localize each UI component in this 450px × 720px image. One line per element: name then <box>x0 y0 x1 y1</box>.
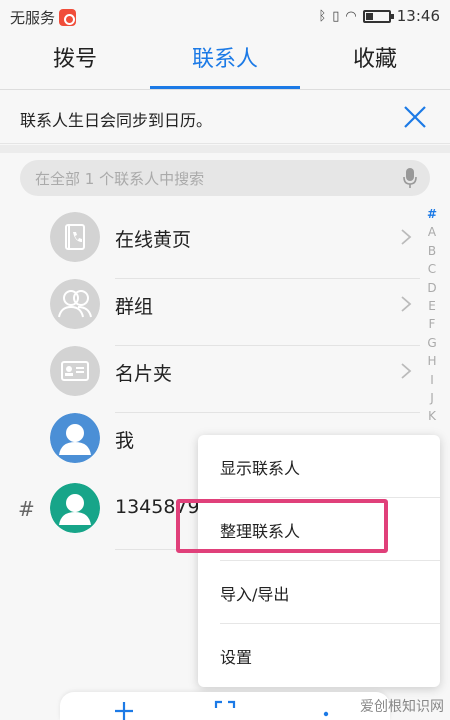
bluetooth-icon: ᛒ <box>318 8 327 24</box>
contact-name: 在线黄页 <box>115 229 192 251</box>
alphabet-index[interactable]: # A B C D E F G H I J K <box>424 205 440 426</box>
menu-item-label: 显示联系人 <box>220 459 301 478</box>
index-letter[interactable]: G <box>427 334 436 352</box>
contact-name: 名片夹 <box>115 363 173 385</box>
avatar <box>50 483 100 533</box>
status-left: 无服务 <box>10 7 77 28</box>
menu-item-label: 设置 <box>220 648 253 667</box>
index-letter[interactable]: B <box>428 242 436 260</box>
search-input[interactable]: 在全部 1 个联系人中搜索 <box>20 160 430 196</box>
index-letter[interactable]: I <box>430 371 434 389</box>
watermark: 爱创根知识网 <box>360 699 444 715</box>
index-letter[interactable]: J <box>430 389 434 407</box>
more-icon[interactable] <box>314 698 338 720</box>
index-letter[interactable]: K <box>428 407 436 425</box>
chevron-right-icon <box>401 296 412 312</box>
tab-dialer[interactable]: 拨号 <box>0 34 150 89</box>
app-notification-icon <box>59 9 77 26</box>
search-placeholder: 在全部 1 个联系人中搜索 <box>35 170 205 188</box>
status-right: ᛒ ▯ ◠ 13:46 <box>318 7 440 25</box>
index-letter[interactable]: A <box>428 223 436 241</box>
tab-contacts[interactable]: 联系人 <box>150 34 300 89</box>
yellow-pages-icon <box>50 212 100 262</box>
highlight-box <box>176 499 388 553</box>
index-letter[interactable]: F <box>429 315 436 333</box>
vibrate-icon: ▯ <box>332 8 340 24</box>
list-item-business-cards[interactable]: 名片夹 <box>0 346 420 413</box>
index-letter[interactable]: D <box>427 279 436 297</box>
list-item-groups[interactable]: 群组 <box>0 279 420 346</box>
chevron-right-icon <box>401 363 412 379</box>
microphone-icon[interactable] <box>402 167 418 189</box>
contact-name: 我 <box>115 430 135 452</box>
carrier-text: 无服务 <box>10 9 56 27</box>
clock: 13:46 <box>396 7 440 25</box>
add-icon[interactable] <box>112 698 136 720</box>
contact-name: 群组 <box>115 296 154 318</box>
separator-band <box>0 145 450 153</box>
list-item-yellow-pages[interactable]: 在线黄页 <box>0 212 420 279</box>
avatar <box>50 413 100 463</box>
wifi-icon: ◠ <box>345 8 357 24</box>
overflow-menu: 显示联系人 整理联系人 导入/导出 设置 <box>198 435 440 687</box>
status-bar: 无服务 ᛒ ▯ ◠ 13:46 <box>0 0 450 34</box>
tab-bar: 拨号 联系人 收藏 <box>0 34 450 90</box>
index-letter[interactable]: E <box>428 297 436 315</box>
birthday-sync-banner: 联系人生日会同步到日历。 <box>0 90 450 144</box>
close-icon[interactable] <box>400 102 430 132</box>
index-letter[interactable]: H <box>427 352 436 370</box>
group-icon <box>50 279 100 329</box>
menu-item-settings[interactable]: 设置 <box>198 624 440 687</box>
scan-icon[interactable] <box>213 698 237 720</box>
menu-item-label: 导入/导出 <box>220 585 290 604</box>
business-card-icon <box>50 346 100 396</box>
menu-item-display-contacts[interactable]: 显示联系人 <box>198 435 440 498</box>
index-letter[interactable]: # <box>427 205 437 223</box>
banner-text: 联系人生日会同步到日历。 <box>20 111 213 130</box>
tab-favorites[interactable]: 收藏 <box>300 34 450 89</box>
menu-item-import-export[interactable]: 导入/导出 <box>198 561 440 624</box>
battery-icon <box>362 9 394 23</box>
bottom-action-bar <box>60 692 390 720</box>
index-letter[interactable]: C <box>428 260 436 278</box>
chevron-right-icon <box>401 229 412 245</box>
